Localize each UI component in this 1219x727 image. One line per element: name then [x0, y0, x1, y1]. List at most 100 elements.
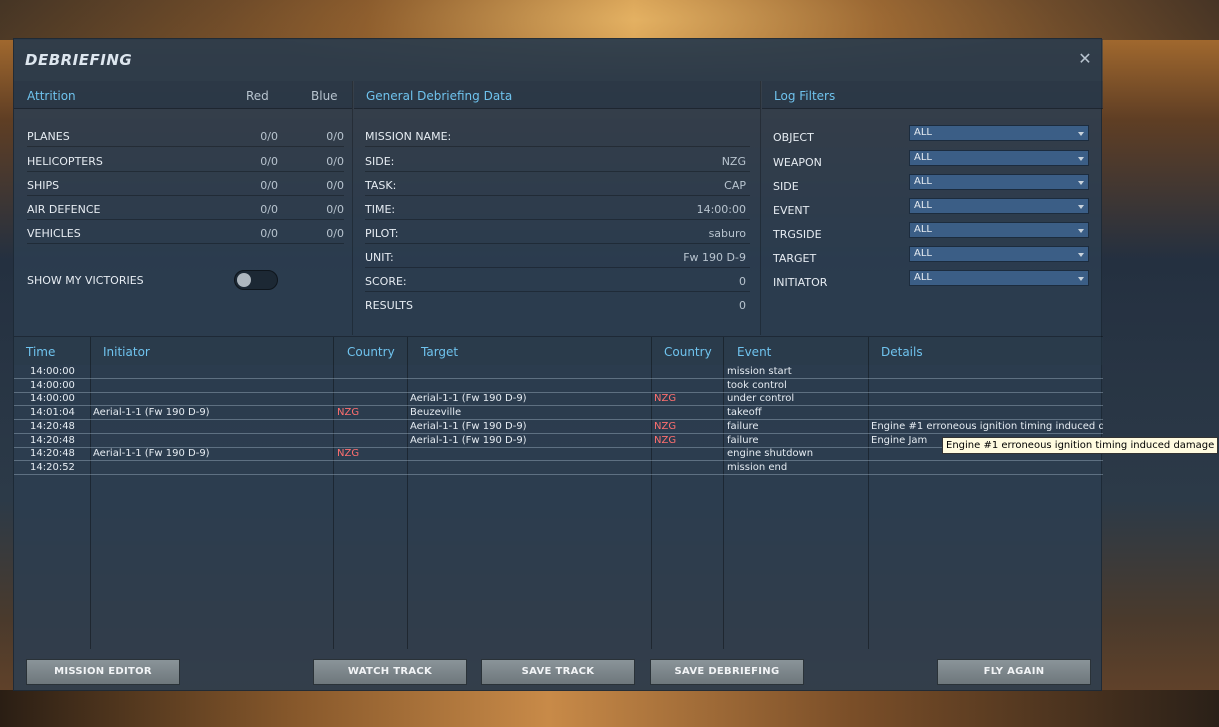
log-cell-country1: NZG: [337, 448, 360, 460]
filter-value: ALL: [914, 127, 932, 138]
save-track-button[interactable]: SAVE TRACK: [481, 659, 635, 685]
attrition-red-value: 0/0: [260, 179, 278, 192]
general-value: 14:00:00: [696, 203, 746, 216]
log-cell-time: 14:00:00: [30, 393, 75, 405]
chevron-down-icon: [1078, 205, 1084, 209]
filter-value: ALL: [914, 176, 932, 187]
chevron-down-icon: [1078, 132, 1084, 136]
col-target[interactable]: Target: [421, 345, 458, 359]
background-sky: [0, 0, 1219, 40]
log-cell-country1: NZG: [337, 407, 360, 419]
filter-initiator-dropdown[interactable]: ALL: [909, 270, 1089, 286]
attrition-row-planes: PLANES 0/0 0/0: [27, 123, 344, 147]
chevron-down-icon: [1078, 157, 1084, 161]
toggle-knob: [237, 273, 251, 287]
general-row-side: SIDE: NZG: [365, 148, 750, 172]
attrition-row-helicopters: HELICOPTERS 0/0 0/0: [27, 148, 344, 172]
attrition-label: HELICOPTERS: [27, 155, 103, 168]
log-cell-time: 14:01:04: [30, 407, 75, 419]
attrition-blue-value: 0/0: [326, 179, 344, 192]
log-filters-title: Log Filters: [774, 89, 836, 103]
chevron-down-icon: [1078, 277, 1084, 281]
attrition-blue-value: 0/0: [326, 130, 344, 143]
log-cell-event: took control: [727, 379, 787, 391]
log-cell-target: Beuzeville: [410, 407, 462, 419]
log-row[interactable]: 14:00:00 mission start: [14, 365, 1103, 379]
general-label: SIDE:: [365, 155, 395, 168]
general-row-score: SCORE: 0: [365, 268, 750, 292]
title-bar: DEBRIEFING ✕: [14, 39, 1103, 81]
log-cell-time: 14:00:00: [30, 366, 75, 377]
log-filters-header: Log Filters: [762, 81, 1103, 109]
log-cell-time: 14:20:48: [30, 448, 75, 460]
attrition-col-blue: Blue: [311, 89, 338, 103]
filter-target-dropdown[interactable]: ALL: [909, 246, 1089, 262]
log-cell-target: Aerial-1-1 (Fw 190 D-9): [410, 420, 527, 432]
close-icon[interactable]: ✕: [1077, 51, 1093, 67]
chevron-down-icon: [1078, 253, 1084, 257]
filter-trgside-dropdown[interactable]: ALL: [909, 222, 1089, 238]
log-cell-time: 14:20:48: [30, 420, 75, 432]
attrition-col-red: Red: [246, 89, 269, 103]
general-label: MISSION NAME:: [365, 130, 452, 143]
filter-value: ALL: [914, 200, 932, 211]
general-value: CAP: [724, 179, 746, 192]
attrition-row-air-defence: AIR DEFENCE 0/0 0/0: [27, 196, 344, 220]
chevron-down-icon: [1078, 229, 1084, 233]
filter-value: ALL: [914, 152, 932, 163]
col-time[interactable]: Time: [26, 345, 55, 359]
filter-weapon-dropdown[interactable]: ALL: [909, 150, 1089, 166]
filter-event-dropdown[interactable]: ALL: [909, 198, 1089, 214]
log-row[interactable]: 14:00:00 took control: [14, 379, 1103, 393]
log-row[interactable]: 14:01:04 Aerial-1-1 (Fw 190 D-9) NZG Beuzev…: [14, 406, 1103, 421]
filter-label: TARGET: [773, 252, 817, 265]
log-row[interactable]: 14:20:48 Aerial-1-1 (Fw 190 D-9) NZG failur…: [14, 434, 1103, 448]
attrition-blue-value: 0/0: [326, 155, 344, 168]
col-details[interactable]: Details: [881, 345, 923, 359]
filter-label: SIDE: [773, 180, 799, 193]
watch-track-button[interactable]: WATCH TRACK: [313, 659, 467, 685]
attrition-blue-value: 0/0: [326, 203, 344, 216]
col-initiator[interactable]: Initiator: [103, 345, 150, 359]
filter-object-dropdown[interactable]: ALL: [909, 125, 1089, 141]
mission-editor-button[interactable]: MISSION EDITOR: [26, 659, 180, 685]
save-debriefing-button[interactable]: SAVE DEBRIEFING: [650, 659, 804, 685]
attrition-red-value: 0/0: [260, 155, 278, 168]
general-debriefing-panel: General Debriefing Data MISSION NAME: SI…: [354, 81, 761, 335]
attrition-label: AIR DEFENCE: [27, 203, 101, 216]
fly-again-button[interactable]: FLY AGAIN: [937, 659, 1091, 685]
attrition-label: PLANES: [27, 130, 70, 143]
general-value: 0: [739, 299, 746, 312]
filter-value: ALL: [914, 248, 932, 259]
filter-side-dropdown[interactable]: ALL: [909, 174, 1089, 190]
attrition-panel: Attrition Red Blue PLANES 0/0 0/0 HELICO…: [14, 81, 353, 335]
general-row-mission-name: MISSION NAME:: [365, 123, 750, 147]
log-row[interactable]: 14:20:52 mission end: [14, 461, 1103, 475]
general-label: RESULTS: [365, 299, 413, 312]
col-event[interactable]: Event: [737, 345, 771, 359]
filter-row-target: TARGET ALL: [773, 246, 1093, 270]
log-cell-country2: NZG: [654, 393, 677, 405]
log-cell-initiator: Aerial-1-1 (Fw 190 D-9): [93, 448, 210, 460]
general-row-results: RESULTS 0: [365, 292, 750, 316]
filter-value: ALL: [914, 224, 932, 235]
log-row[interactable]: 14:20:48 Aerial-1-1 (Fw 190 D-9) NZG engine…: [14, 447, 1103, 462]
log-row[interactable]: 14:00:00 Aerial-1-1 (Fw 190 D-9) NZG under …: [14, 392, 1103, 407]
filter-label: TRGSIDE: [773, 228, 822, 241]
show-victories-label: SHOW MY VICTORIES: [27, 274, 144, 287]
general-label: PILOT:: [365, 227, 399, 240]
general-label: TASK:: [365, 179, 397, 192]
general-row-time: TIME: 14:00:00: [365, 196, 750, 220]
show-victories-toggle[interactable]: [234, 270, 278, 290]
log-row[interactable]: 14:20:48 Aerial-1-1 (Fw 190 D-9) NZG failur…: [14, 420, 1103, 434]
col-target-country[interactable]: Country: [664, 345, 712, 359]
general-value: NZG: [721, 155, 746, 168]
log-cell-time: 14:20:52: [30, 461, 75, 473]
attrition-label: SHIPS: [27, 179, 60, 192]
window-title: DEBRIEFING: [25, 51, 133, 69]
attrition-label: VEHICLES: [27, 227, 81, 240]
filter-row-initiator: INITIATOR ALL: [773, 270, 1093, 294]
general-value: Fw 190 D-9: [683, 251, 746, 264]
col-initiator-country[interactable]: Country: [347, 345, 395, 359]
log-cell-time: 14:20:48: [30, 434, 75, 446]
